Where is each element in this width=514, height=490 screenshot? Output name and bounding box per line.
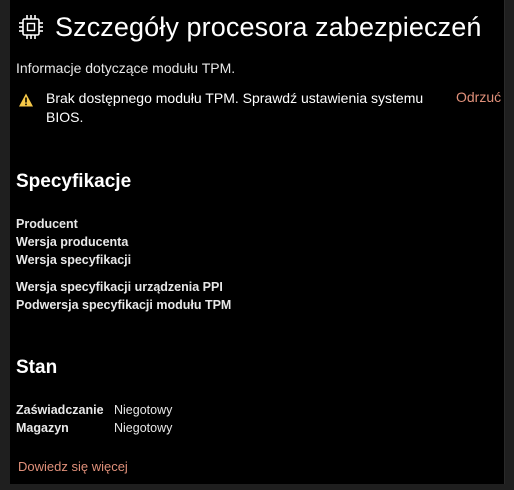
warning-icon	[18, 92, 34, 108]
warning-message: Brak dostępnego modułu TPM. Sprawdź usta…	[46, 90, 424, 125]
spec-label-tpm-subversion: Podwersja specyfikacji modułu TPM	[16, 298, 232, 312]
spec-label-ppi-version: Wersja specyfikacji urządzenia PPI	[16, 280, 223, 294]
tpm-warning-banner: Brak dostępnego modułu TPM. Sprawdź usta…	[18, 88, 504, 130]
spec-label-spec-version: Wersja specyfikacji	[16, 253, 132, 267]
page-title: Szczegóły procesora zabezpieczeń	[55, 11, 482, 42]
status-grid: Zaświadczanie Niegotowy Magazyn Niegotow…	[16, 401, 172, 437]
security-processor-details-page: Szczegóły procesora zabezpieczeń Informa…	[10, 0, 505, 484]
specs-list-secondary: Wersja specyfikacji urządzenia PPI Podwe…	[16, 278, 231, 314]
status-section-title: Stan	[16, 357, 58, 378]
specs-list-primary: Producent Wersja producenta Wersja specy…	[16, 215, 131, 269]
status-value: Niegotowy	[114, 421, 173, 435]
page-header: Szczegóły procesora zabezpieczeń	[17, 8, 481, 46]
dismiss-link[interactable]: Odrzuć	[456, 89, 501, 105]
processor-chip-icon	[17, 13, 45, 41]
status-label: Zaświadczanie	[16, 403, 104, 417]
page-subtitle: Informacje dotyczące modułu TPM.	[16, 60, 236, 76]
status-row-attestation: Zaświadczanie Niegotowy	[16, 401, 172, 419]
specs-section-title: Specyfikacje	[16, 171, 132, 192]
status-row-storage: Magazyn Niegotowy	[16, 419, 172, 437]
status-label: Magazyn	[16, 421, 69, 435]
learn-more-link[interactable]: Dowiedz się więcej	[18, 459, 128, 474]
spec-label-manufacturer-version: Wersja producenta	[16, 235, 129, 249]
spec-label-manufacturer: Producent	[16, 217, 78, 231]
status-value: Niegotowy	[114, 403, 173, 417]
